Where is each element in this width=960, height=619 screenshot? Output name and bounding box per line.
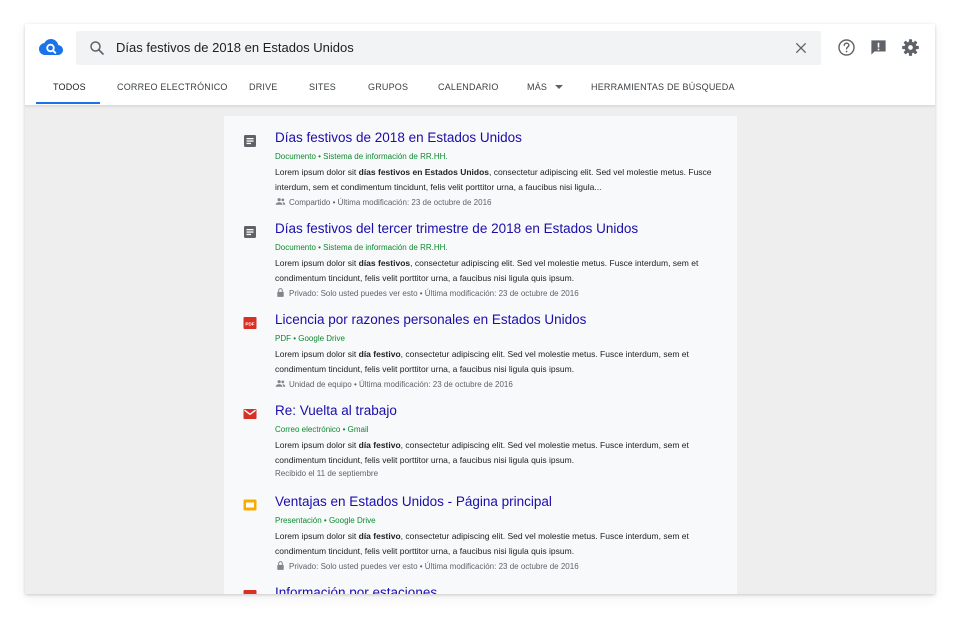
tab-grupos[interactable]: GRUPOS xyxy=(368,74,408,105)
tab-todos[interactable]: TODOS xyxy=(53,74,86,105)
snippet-text: Lorem ipsum dolor sit xyxy=(275,349,359,359)
snippet-text: Lorem ipsum dolor sit xyxy=(275,167,359,177)
result-source: Presentación • Google Drive xyxy=(275,516,376,525)
tab-mas[interactable]: MÁS xyxy=(527,74,564,105)
result-snippet: Lorem ipsum dolor sit días festivos en E… xyxy=(275,165,725,195)
search-tabs: TODOS CORREO ELECTRÓNICO DRIVE SITES GRU… xyxy=(25,74,935,105)
close-icon[interactable] xyxy=(793,40,809,56)
result-footer: Privado: Solo usted puedes ver esto • Úl… xyxy=(275,560,579,571)
pdf-icon: PDF xyxy=(243,316,257,330)
snippet-highlight: días festivos xyxy=(358,258,411,268)
result-footer-text: Unidad de equipo • Última modificación: … xyxy=(289,380,513,389)
snippet-highlight: días festivos en Estados Unidos xyxy=(358,167,489,177)
tab-drive[interactable]: DRIVE xyxy=(249,74,278,105)
lock-icon xyxy=(275,288,289,298)
result-title-link[interactable]: Días festivos de 2018 en Estados Unidos xyxy=(275,130,522,145)
cloud-search-logo-icon[interactable] xyxy=(39,38,63,56)
result-source: Documento • Sistema de información de RR… xyxy=(275,152,448,161)
result-footer-text: Compartido • Última modificación: 23 de … xyxy=(289,198,492,207)
snippet-highlight: día festivo xyxy=(358,349,401,359)
pdf-icon: PDF xyxy=(243,589,257,594)
top-bar: Días festivos de 2018 en Estados Unidos xyxy=(25,24,935,106)
doc-icon xyxy=(243,225,257,239)
snippet-text: Lorem ipsum dolor sit xyxy=(275,531,359,541)
result-title-link[interactable]: Re: Vuelta al trabajo xyxy=(275,403,397,418)
search-input[interactable]: Días festivos de 2018 en Estados Unidos xyxy=(116,40,354,55)
shared-icon xyxy=(275,198,289,207)
help-icon[interactable] xyxy=(837,38,856,57)
snippet-text: Lorem ipsum dolor sit xyxy=(275,440,359,450)
tab-calendario[interactable]: CALENDARIO xyxy=(438,74,499,105)
feedback-icon[interactable] xyxy=(869,38,888,57)
result-source: PDF • Google Drive xyxy=(275,334,345,343)
result-source: Documento • Sistema de información de RR… xyxy=(275,243,448,252)
tab-mas-label: MÁS xyxy=(527,82,548,92)
tab-herramientas-de-busqueda[interactable]: HERRAMIENTAS DE BÚSQUEDA xyxy=(591,74,735,105)
tab-sites[interactable]: SITES xyxy=(309,74,336,105)
snippet-highlight: día festivo xyxy=(358,531,401,541)
result-footer: Privado: Solo usted puedes ver esto • Úl… xyxy=(275,287,579,298)
result-title-link[interactable]: Licencia por razones personales en Estad… xyxy=(275,312,586,327)
snippet-highlight: día festivo xyxy=(358,440,401,450)
result-snippet: Lorem ipsum dolor sit día festivo, conse… xyxy=(275,529,725,559)
result-title-link[interactable]: Ventajas en Estados Unidos - Página prin… xyxy=(275,494,552,509)
result-footer-text: Privado: Solo usted puedes ver esto • Úl… xyxy=(289,562,579,571)
tab-correo-electronico[interactable]: CORREO ELECTRÓNICO xyxy=(117,74,228,105)
result-snippet: Lorem ipsum dolor sit días festivos, con… xyxy=(275,256,725,286)
app-window: Días festivos de 2018 en Estados Unidos xyxy=(25,24,935,594)
lock-icon xyxy=(275,561,289,571)
result-snippet: Lorem ipsum dolor sit día festivo, conse… xyxy=(275,438,725,468)
doc-icon xyxy=(243,134,257,148)
result-footer-text: Recibido el 11 de septiembre xyxy=(275,469,379,478)
search-icon[interactable] xyxy=(88,39,106,57)
result-title-link[interactable]: Información por estaciones xyxy=(275,585,437,594)
result-source: Correo electrónico • Gmail xyxy=(275,425,369,434)
active-tab-indicator xyxy=(36,102,100,104)
result-footer-text: Privado: Solo usted puedes ver esto • Úl… xyxy=(289,289,579,298)
result-title-link[interactable]: Días festivos del tercer trimestre de 20… xyxy=(275,221,638,236)
mail-icon xyxy=(243,407,257,421)
snippet-text: Lorem ipsum dolor sit xyxy=(275,258,359,268)
gear-icon[interactable] xyxy=(901,38,920,57)
chevron-down-icon xyxy=(555,84,564,89)
slides-icon xyxy=(243,498,257,512)
results-panel: Días festivos de 2018 en Estados Unidos D… xyxy=(224,116,737,594)
pdf-icon-label: PDF xyxy=(245,321,254,326)
result-footer: Unidad de equipo • Última modificación: … xyxy=(275,378,513,389)
shared-icon xyxy=(275,380,289,389)
result-snippet: Lorem ipsum dolor sit día festivo, conse… xyxy=(275,347,725,377)
result-footer: Recibido el 11 de septiembre xyxy=(275,469,378,478)
search-box[interactable]: Días festivos de 2018 en Estados Unidos xyxy=(76,31,821,65)
result-footer: Compartido • Última modificación: 23 de … xyxy=(275,196,491,207)
